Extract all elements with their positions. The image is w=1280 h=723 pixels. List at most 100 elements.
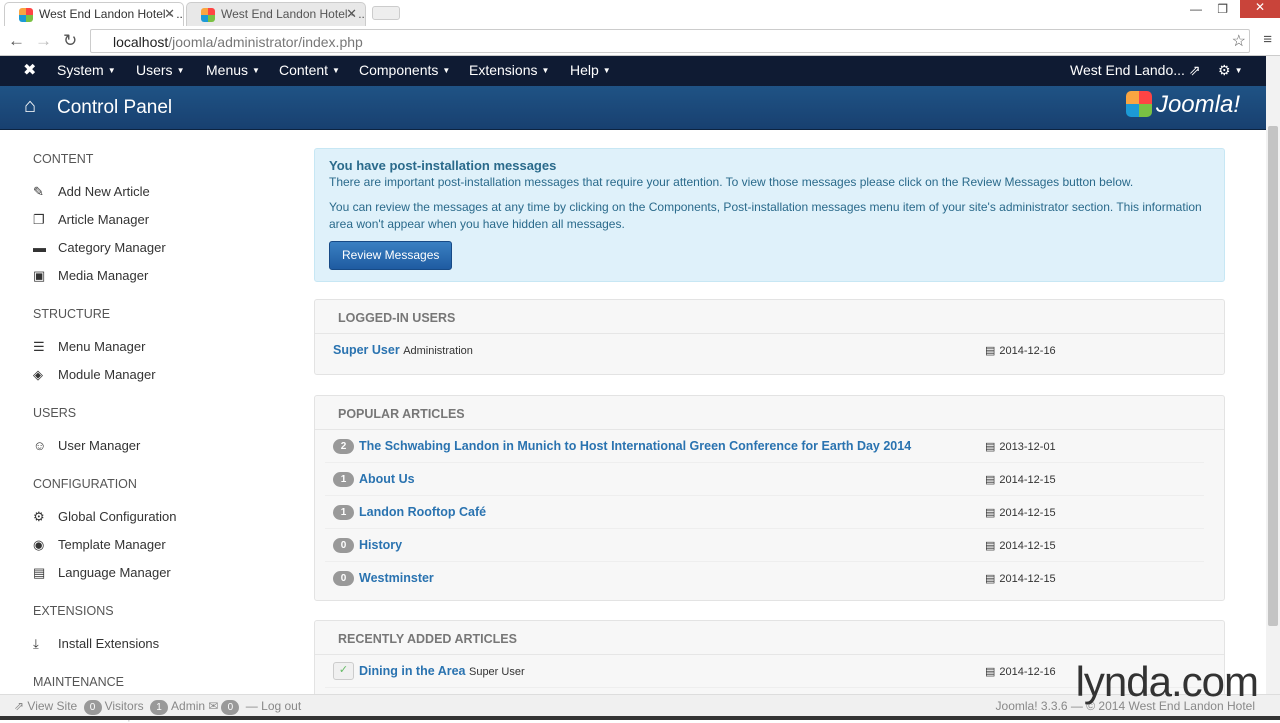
- browser-tab-active[interactable]: West End Landon Hotel - ... ✕: [4, 2, 184, 26]
- close-tab-icon[interactable]: ✕: [346, 6, 357, 22]
- mail-icon[interactable]: ✉: [208, 699, 218, 713]
- hits-badge: 0: [333, 538, 354, 553]
- joomla-icon[interactable]: ✖: [23, 60, 36, 80]
- review-messages-button[interactable]: Review Messages: [329, 241, 453, 270]
- sidebar-item-icon: ☺: [33, 438, 47, 453]
- menu-content[interactable]: Content ▼: [279, 62, 340, 78]
- sidebar-heading: STRUCTURE: [33, 307, 111, 321]
- sidebar-item-label: Article Manager: [58, 212, 150, 227]
- sidebar-item-label: Module Manager: [58, 367, 156, 382]
- view-site-link[interactable]: ⇗ View Site: [14, 699, 77, 713]
- article-link[interactable]: Landon Rooftop Café: [359, 505, 486, 519]
- table-row: 0 History ▤ 2014-12-15: [325, 529, 1204, 562]
- published-check-icon[interactable]: ✓: [333, 662, 354, 680]
- logout-link[interactable]: — Log out: [246, 699, 301, 713]
- alert-title: You have post-installation messages: [329, 158, 557, 173]
- back-icon[interactable]: ←: [8, 31, 25, 51]
- sidebar-item[interactable]: ☺ User Manager: [33, 438, 140, 453]
- sidebar-item[interactable]: ⚙ Global Configuration: [33, 509, 177, 525]
- calendar-icon: ▤: [985, 540, 996, 552]
- scrollbar-thumb[interactable]: [1268, 126, 1278, 626]
- admin-menu-bar: ✖ System ▼ Users ▼ Menus ▼ Content ▼ Compone…: [0, 56, 1280, 86]
- sidebar-item-icon: ⚙: [33, 509, 45, 524]
- hits-badge: 1: [333, 505, 354, 520]
- sidebar-item-icon: ❐: [33, 212, 45, 227]
- calendar-icon: ▤: [985, 474, 996, 486]
- post-install-alert: You have post-installation messages Ther…: [314, 148, 1225, 282]
- calendar-icon: ▤: [985, 507, 996, 519]
- article-link[interactable]: Westminster: [359, 571, 434, 585]
- calendar-icon: ▤: [985, 345, 996, 357]
- url-input[interactable]: localhost/joomla/administrator/index.php: [90, 29, 1250, 53]
- minimize-icon[interactable]: —: [1190, 2, 1202, 16]
- tab-title: West End Landon Hotel - ...: [221, 7, 366, 21]
- address-bar-row: ← → ↻ localhost/joomla/administrator/ind…: [0, 26, 1280, 56]
- maximize-icon[interactable]: ❐: [1217, 2, 1228, 16]
- sidebar-item[interactable]: ⤓ Install Extensions: [33, 636, 159, 652]
- menu-components[interactable]: Components ▼: [359, 62, 450, 78]
- sidebar-item[interactable]: ▣ Media Manager: [33, 268, 148, 284]
- sidebar-item[interactable]: ◈ Module Manager: [33, 367, 156, 383]
- article-link[interactable]: Dining in the Area Super User: [359, 664, 525, 678]
- alert-text-2: You can review the messages at any time …: [329, 200, 1202, 231]
- calendar-icon: ▤: [985, 573, 996, 585]
- browser-tabbar: West End Landon Hotel - ... ✕ West End La…: [0, 0, 1280, 26]
- article-link[interactable]: The Schwabing Landon in Munich to Host I…: [359, 439, 911, 453]
- menu-icon[interactable]: ≡: [1263, 31, 1272, 48]
- sidebar-heading: USERS: [33, 406, 77, 420]
- menu-extensions[interactable]: Extensions ▼: [469, 62, 549, 78]
- bookmark-star-icon[interactable]: ☆: [1232, 31, 1246, 51]
- sidebar-item-icon: ▤: [33, 565, 46, 580]
- external-link-icon: ⇗: [14, 699, 25, 713]
- admin-count: 1: [150, 700, 169, 715]
- page-title: Control Panel: [57, 97, 173, 118]
- joomla-logo: Joomla!: [1125, 91, 1240, 119]
- sidebar-item-label: Category Manager: [58, 240, 166, 255]
- sidebar-item[interactable]: ❐ Article Manager: [33, 212, 149, 228]
- external-link-icon: ⇗: [1188, 62, 1201, 78]
- sidebar-heading: EXTENSIONS: [33, 604, 114, 618]
- hits-badge: 2: [333, 439, 354, 454]
- article-date: ▤ 2014-12-15: [985, 507, 1056, 519]
- browser-tab[interactable]: West End Landon Hotel - ... ✕: [186, 2, 366, 26]
- table-row: 1 About Us ▤ 2014-12-15: [325, 463, 1204, 496]
- article-date: ▤ 2014-12-15: [985, 540, 1056, 552]
- article-link[interactable]: History: [359, 538, 402, 552]
- close-window-icon[interactable]: ✕: [1240, 0, 1280, 18]
- panel-heading: LOGGED-IN USERS: [315, 300, 1224, 334]
- sidebar-item-icon: ◈: [33, 367, 43, 382]
- sidebar-item-label: User Manager: [58, 438, 141, 453]
- sidebar-item-icon: ✎: [33, 184, 44, 199]
- joomla-logo-icon: [1125, 91, 1152, 117]
- menu-users[interactable]: Users ▼: [136, 62, 184, 78]
- joomla-favicon-icon: [19, 8, 33, 22]
- sidebar-item-label: Global Configuration: [58, 509, 177, 524]
- new-tab-button[interactable]: [372, 6, 400, 20]
- menu-system[interactable]: System ▼: [57, 62, 116, 78]
- reload-icon[interactable]: ↻: [63, 31, 77, 51]
- sidebar-item-icon: ◉: [33, 537, 45, 552]
- login-date: ▤ 2014-12-16: [985, 345, 1056, 357]
- user-link[interactable]: Super User Administration: [333, 343, 473, 357]
- sidebar-heading: CONFIGURATION: [33, 477, 137, 491]
- lynda-watermark: lynda.com: [1075, 658, 1259, 705]
- table-row: 0 Westminster ▤ 2014-12-15: [325, 562, 1204, 595]
- sidebar-item[interactable]: ◉ Template Manager: [33, 537, 166, 553]
- table-row: 2 The Schwabing Landon in Munich to Host …: [325, 430, 1204, 463]
- forward-icon[interactable]: →: [35, 31, 52, 51]
- sidebar-item-icon: ☰: [33, 339, 45, 354]
- sidebar-item[interactable]: ✎ Add New Article: [33, 184, 150, 200]
- table-row: ✓ Dining in the Area Super User ▤ 2014-12…: [325, 655, 1204, 688]
- calendar-icon: ▤: [985, 441, 996, 453]
- close-tab-icon[interactable]: ✕: [164, 6, 175, 22]
- sidebar-item[interactable]: ☰ Menu Manager: [33, 339, 145, 355]
- site-link[interactable]: West End Lando... ⇗: [1070, 62, 1201, 79]
- article-link[interactable]: About Us: [359, 472, 415, 486]
- panel-heading: RECENTLY ADDED ARTICLES: [315, 621, 1224, 655]
- settings-gear-icon[interactable]: ⚙ ▼: [1218, 62, 1242, 79]
- sidebar-item[interactable]: ▤ Language Manager: [33, 565, 171, 581]
- scrollbar[interactable]: [1266, 56, 1280, 696]
- menu-help[interactable]: Help ▼: [570, 62, 611, 78]
- menu-menus[interactable]: Menus ▼: [206, 62, 260, 78]
- sidebar-item[interactable]: ▬ Category Manager: [33, 240, 166, 255]
